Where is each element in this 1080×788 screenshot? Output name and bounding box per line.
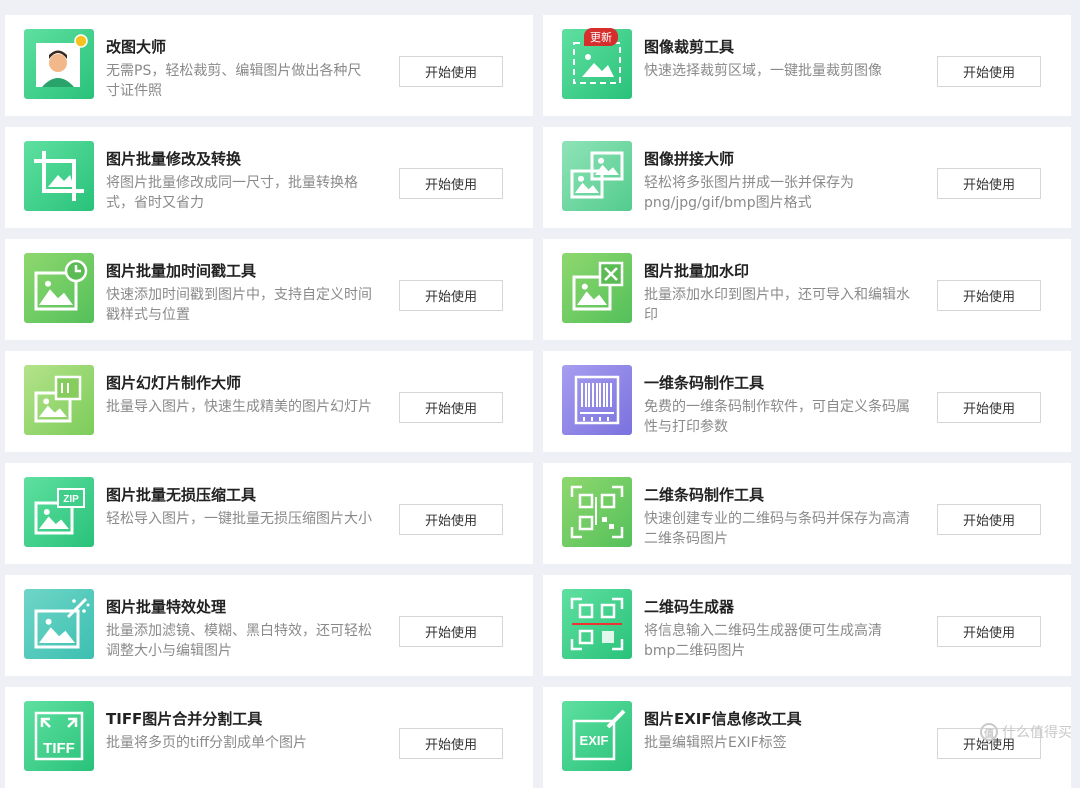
- tool-title[interactable]: 图像裁剪工具: [644, 36, 734, 57]
- crop-area-icon[interactable]: 更新: [562, 28, 632, 99]
- tool-title[interactable]: 二维条码制作工具: [644, 484, 764, 505]
- tool-title[interactable]: 图片批量加水印: [644, 260, 749, 281]
- tool-description: 无需PS，轻松裁剪、编辑图片做出各种尺寸证件照: [106, 63, 362, 99]
- tool-description: 批量将多页的tiff分割成单个图片: [106, 735, 308, 751]
- watermark-icon[interactable]: [562, 253, 632, 323]
- start-button[interactable]: 开始使用: [937, 504, 1041, 535]
- tool-grid: 改图大师 无需PS，轻松裁剪、编辑图片做出各种尺寸证件照 开始使用 更新 图像裁剪工具…: [5, 15, 1071, 788]
- start-button[interactable]: 开始使用: [399, 504, 503, 535]
- tool-description: 批量添加水印到图片中，还可导入和编辑水印: [644, 287, 910, 323]
- tool-title[interactable]: 改图大师: [106, 36, 166, 57]
- tool-card: 一维条码制作工具免费的一维条码制作软件，可自定义条码属性与打印参数 开始使用: [543, 351, 1071, 452]
- crop-icon[interactable]: [24, 141, 94, 211]
- start-button[interactable]: 开始使用: [399, 56, 503, 87]
- start-button[interactable]: 开始使用: [937, 56, 1041, 87]
- start-button[interactable]: 开始使用: [399, 728, 503, 759]
- tool-title[interactable]: TIFF图片合并分割工具: [106, 708, 262, 729]
- tool-card: 图片幻灯片制作大师批量导入图片，快速生成精美的图片幻灯片 开始使用: [5, 351, 533, 452]
- zip-icon[interactable]: ZIP: [24, 477, 94, 547]
- exif-icon[interactable]: EXIF: [562, 701, 632, 771]
- watermark-logo-icon: 值: [980, 723, 998, 741]
- tool-card: 二维条码制作工具快速创建专业的二维码与条码并保存为高清二维条码图片 开始使用: [543, 463, 1071, 564]
- tool-title[interactable]: 图片批量加时间戳工具: [106, 260, 256, 281]
- barcode-icon[interactable]: [562, 365, 632, 435]
- start-button[interactable]: 开始使用: [399, 392, 503, 423]
- svg-text:TIFF: TIFF: [43, 740, 75, 757]
- tool-description: 快速选择裁剪区域，一键批量裁剪图像: [644, 63, 882, 79]
- tiff-icon[interactable]: TIFF: [24, 701, 94, 771]
- qr-scan-icon[interactable]: [562, 589, 632, 659]
- tool-title[interactable]: 二维码生成器: [644, 596, 734, 617]
- start-button[interactable]: 开始使用: [937, 392, 1041, 423]
- tool-description: 将信息输入二维码生成器便可生成高清bmp二维码图片: [644, 623, 882, 659]
- start-button[interactable]: 开始使用: [399, 616, 503, 647]
- tool-card: 图片批量修改及转换将图片批量修改成同一尺寸，批量转换格式，省时又省力 开始使用: [5, 127, 533, 228]
- tool-description: 免费的一维条码制作软件，可自定义条码属性与打印参数: [644, 399, 910, 435]
- tool-title[interactable]: 图片批量特效处理: [106, 596, 226, 617]
- tool-title[interactable]: 图片批量修改及转换: [106, 148, 241, 169]
- tool-title[interactable]: 图片批量无损压缩工具: [106, 484, 256, 505]
- site-watermark: 值 什么值得买: [980, 722, 1072, 742]
- tool-description: 轻松导入图片，一键批量无损压缩图片大小: [106, 511, 372, 527]
- tool-title[interactable]: 图片幻灯片制作大师: [106, 372, 241, 393]
- start-button[interactable]: 开始使用: [937, 616, 1041, 647]
- svg-text:ZIP: ZIP: [63, 494, 79, 505]
- tool-card: 图像拼接大师轻松将多张图片拼成一张并保存为png/jpg/gif/bmp图片格式…: [543, 127, 1071, 228]
- watermark-text: 什么值得买: [1002, 725, 1072, 741]
- tool-description: 轻松将多张图片拼成一张并保存为png/jpg/gif/bmp图片格式: [644, 175, 854, 211]
- tool-card: 改图大师无需PS，轻松裁剪、编辑图片做出各种尺寸证件照 开始使用: [5, 15, 533, 116]
- update-badge: 更新: [584, 28, 618, 46]
- magic-wand-icon[interactable]: [24, 589, 94, 659]
- svg-text:EXIF: EXIF: [580, 733, 609, 748]
- tool-description: 快速创建专业的二维码与条码并保存为高清二维条码图片: [644, 511, 910, 547]
- tool-card: 二维码生成器将信息输入二维码生成器便可生成高清bmp二维码图片 开始使用: [543, 575, 1071, 676]
- tool-card: 图片批量加时间戳工具快速添加时间戳到图片中，支持自定义时间戳样式与位置 开始使用: [5, 239, 533, 340]
- image-stitch-icon[interactable]: [562, 141, 632, 211]
- tool-card: 更新 图像裁剪工具快速选择裁剪区域，一键批量裁剪图像 开始使用: [543, 15, 1071, 116]
- timestamp-icon[interactable]: [24, 253, 94, 323]
- tool-description: 批量添加滤镜、模糊、黑白特效，还可轻松调整大小与编辑图片: [106, 623, 372, 659]
- portrait-icon[interactable]: [24, 29, 94, 99]
- tool-description: 批量编辑照片EXIF标签: [644, 735, 787, 751]
- start-button[interactable]: 开始使用: [937, 168, 1041, 199]
- start-button[interactable]: 开始使用: [399, 280, 503, 311]
- tool-title[interactable]: 图像拼接大师: [644, 148, 734, 169]
- tool-card: 图片批量加水印批量添加水印到图片中，还可导入和编辑水印 开始使用: [543, 239, 1071, 340]
- start-button[interactable]: 开始使用: [399, 168, 503, 199]
- slideshow-icon[interactable]: [24, 365, 94, 435]
- qr-barcode-icon[interactable]: [562, 477, 632, 547]
- tool-title[interactable]: 图片EXIF信息修改工具: [644, 708, 802, 729]
- tool-description: 批量导入图片，快速生成精美的图片幻灯片: [106, 399, 372, 415]
- tool-description: 快速添加时间戳到图片中，支持自定义时间戳样式与位置: [106, 287, 372, 323]
- tool-card: TIFF TIFF图片合并分割工具批量将多页的tiff分割成单个图片 开始使用: [5, 687, 533, 788]
- tool-title[interactable]: 一维条码制作工具: [644, 372, 764, 393]
- tool-card: ZIP 图片批量无损压缩工具轻松导入图片，一键批量无损压缩图片大小 开始使用: [5, 463, 533, 564]
- start-button[interactable]: 开始使用: [937, 280, 1041, 311]
- tool-description: 将图片批量修改成同一尺寸，批量转换格式，省时又省力: [106, 175, 358, 211]
- tool-card: 图片批量特效处理批量添加滤镜、模糊、黑白特效，还可轻松调整大小与编辑图片 开始使用: [5, 575, 533, 676]
